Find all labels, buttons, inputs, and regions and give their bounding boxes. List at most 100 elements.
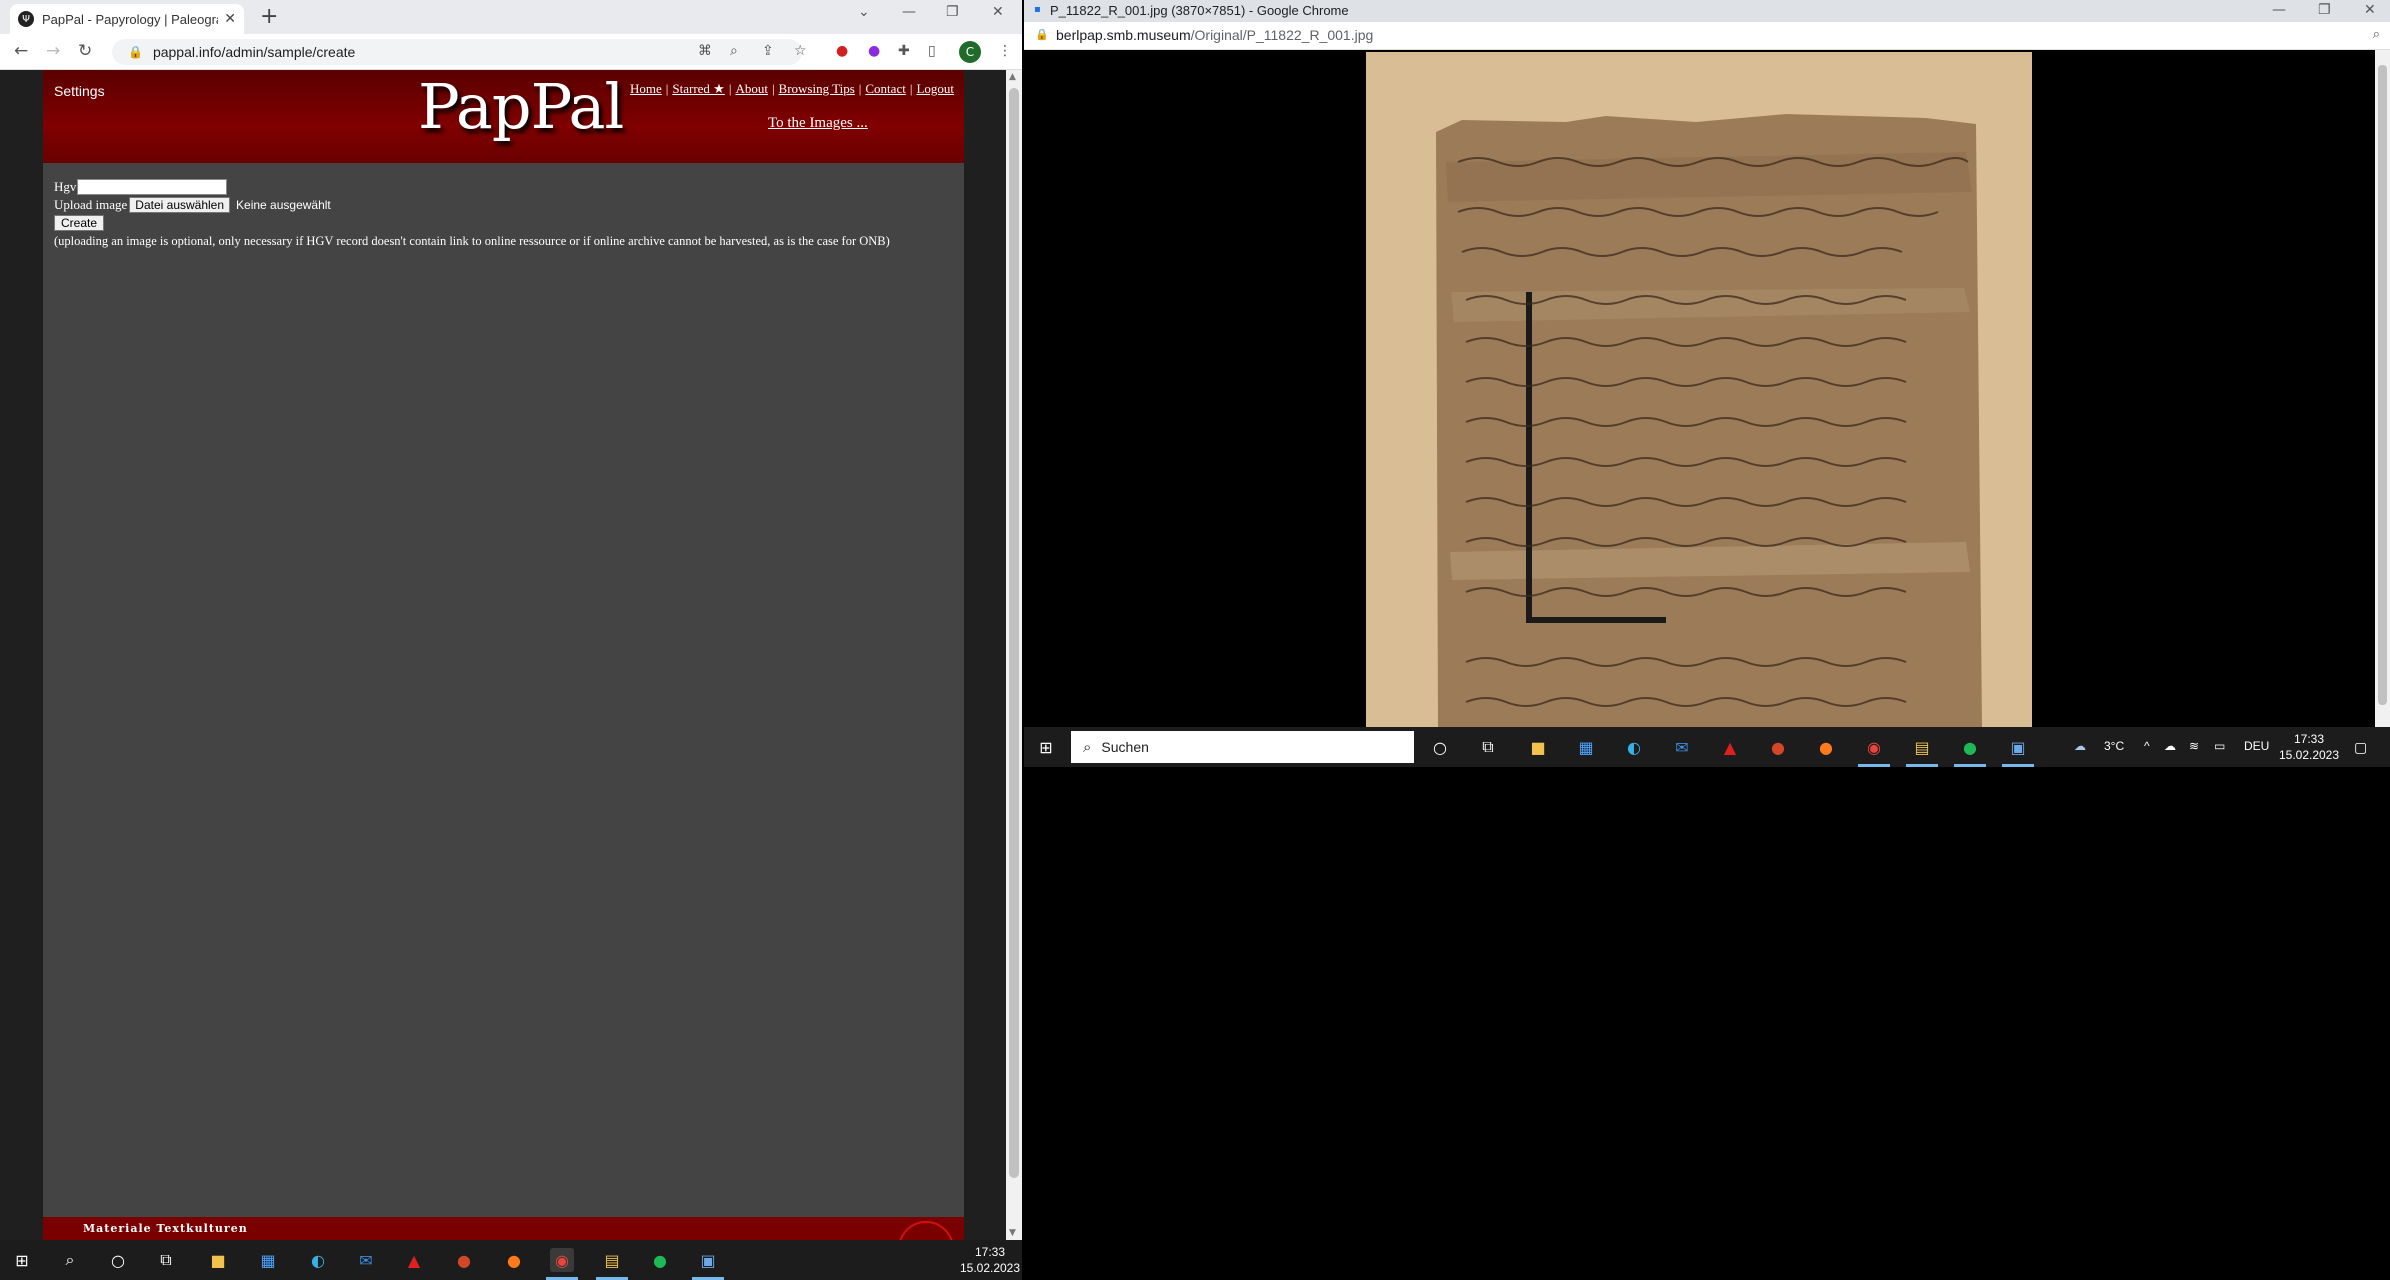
site-logo[interactable]: PapPal bbox=[418, 70, 624, 143]
acrobat-icon[interactable]: ▲ bbox=[1718, 735, 1742, 759]
weather-cloud-icon[interactable]: ☁ bbox=[2074, 739, 2086, 753]
scroll-down-icon[interactable]: ▼ bbox=[1009, 1228, 1016, 1238]
edge-icon[interactable]: ◐ bbox=[1622, 735, 1646, 759]
settings-link[interactable]: Settings bbox=[54, 83, 105, 99]
wifi-icon[interactable]: ≋ bbox=[2189, 739, 2199, 753]
new-tab-icon[interactable]: + bbox=[260, 4, 278, 29]
site-header: Settings PapPal Home | Starred ★ | About | Bro… bbox=[43, 70, 964, 163]
papyrus-image[interactable] bbox=[1366, 52, 2032, 727]
nav-contact[interactable]: Contact bbox=[865, 81, 905, 96]
firefox-icon[interactable]: ● bbox=[1814, 735, 1838, 759]
zoom-icon[interactable]: ⌕ bbox=[2373, 27, 2380, 42]
taskbar-search[interactable]: ⌕ Suchen bbox=[1071, 731, 1414, 763]
close-tab-icon[interactable]: ✕ bbox=[224, 11, 236, 27]
store-icon[interactable]: ▦ bbox=[256, 1248, 280, 1272]
close-window-icon[interactable]: ✕ bbox=[992, 4, 1004, 20]
nav-starred[interactable]: Starred ★ bbox=[672, 81, 724, 96]
nav-home[interactable]: Home bbox=[630, 81, 662, 96]
restore-icon[interactable]: ❐ bbox=[946, 4, 959, 20]
nav-logout[interactable]: Logout bbox=[916, 81, 954, 96]
spotify-icon[interactable]: ● bbox=[648, 1248, 672, 1272]
notifications-icon[interactable]: ▢ bbox=[2354, 739, 2367, 756]
taskbar-clock[interactable]: 17:33 15.02.2023 bbox=[2274, 731, 2344, 763]
file-explorer-icon[interactable]: ■ bbox=[1526, 735, 1550, 759]
cortana-icon[interactable]: ○ bbox=[1428, 735, 1452, 759]
choose-file-button[interactable]: Datei auswählen bbox=[129, 197, 231, 213]
right-scrollbar[interactable] bbox=[2375, 50, 2390, 727]
task-view-icon[interactable]: ⧉ bbox=[1476, 735, 1500, 759]
cortana-icon[interactable]: ○ bbox=[106, 1248, 130, 1272]
share-icon[interactable]: ⇪ bbox=[762, 43, 774, 59]
close-window-icon[interactable]: ✕ bbox=[2364, 2, 2376, 18]
scroll-thumb[interactable] bbox=[1009, 88, 1019, 1178]
bookmark-star-icon[interactable]: ☆ bbox=[794, 43, 807, 59]
spotify-icon[interactable]: ● bbox=[1958, 735, 1982, 759]
powerpoint-icon[interactable]: ● bbox=[1766, 735, 1790, 759]
chrome-icon[interactable]: ◉ bbox=[550, 1248, 574, 1272]
right-title-bar: ▪ P_11822_R_001.jpg (3870×7851) - Google… bbox=[1024, 0, 2390, 22]
image-favicon-icon: ▪ bbox=[1034, 4, 1041, 15]
pappal-favicon-icon: Ψ bbox=[18, 11, 34, 27]
firefox-icon[interactable]: ● bbox=[502, 1248, 526, 1272]
weather-temp[interactable]: 3°C bbox=[2104, 739, 2124, 753]
upload-note: (uploading an image is optional, only ne… bbox=[54, 234, 890, 248]
tray-chevron-icon[interactable]: ^ bbox=[2144, 739, 2150, 753]
photos-icon[interactable]: ▣ bbox=[2006, 735, 2030, 759]
extension-purple-icon[interactable]: ● bbox=[868, 43, 880, 59]
nav-browsing-tips[interactable]: Browsing Tips bbox=[779, 81, 855, 96]
notes-icon[interactable]: ▤ bbox=[600, 1248, 624, 1272]
translate-icon[interactable]: ⌘ bbox=[698, 43, 712, 59]
extensions-puzzle-icon[interactable]: ✚ bbox=[898, 43, 910, 59]
create-sample-form: Hgv Upload image Datei auswählen Keine a… bbox=[54, 178, 890, 249]
back-icon[interactable]: ← bbox=[14, 41, 28, 61]
page-scrollbar[interactable]: ▲ ▼ bbox=[1006, 70, 1022, 1240]
search-icon[interactable]: ⌕ bbox=[58, 1248, 82, 1272]
right-address-bar[interactable]: 🔒 berlpap.smb.museum/Original/P_11822_R_… bbox=[1024, 22, 2390, 50]
browser-toolbar: ← → ↻ 🔒 pappal.info/admin/sample/create … bbox=[0, 34, 1022, 70]
right-scroll-thumb[interactable] bbox=[2378, 65, 2387, 705]
windows-start-icon[interactable]: ⊞ bbox=[1034, 735, 1058, 759]
windows-start-icon[interactable]: ⊞ bbox=[10, 1248, 34, 1272]
chrome-icon[interactable]: ◉ bbox=[1862, 735, 1886, 759]
acrobat-icon[interactable]: ▲ bbox=[402, 1248, 426, 1272]
site-container: Settings PapPal Home | Starred ★ | About | Bro… bbox=[43, 70, 964, 1240]
forward-icon[interactable]: → bbox=[46, 41, 60, 61]
side-panel-icon[interactable]: ▯ bbox=[928, 43, 936, 59]
restore-icon[interactable]: ❐ bbox=[2318, 2, 2331, 18]
tab-pappal[interactable]: Ψ PapPal - Papyrology | Paleography ✕ bbox=[10, 4, 244, 34]
edge-icon[interactable]: ◐ bbox=[306, 1248, 330, 1272]
language-indicator[interactable]: DEU bbox=[2244, 739, 2269, 753]
notes-active-indicator bbox=[1906, 764, 1938, 767]
battery-icon[interactable]: ▭ bbox=[2214, 739, 2225, 753]
nav-about[interactable]: About bbox=[735, 81, 768, 96]
footer-text: Materiale Textkulturen bbox=[83, 1222, 248, 1235]
tray-onedrive-icon[interactable]: ☁ bbox=[2164, 739, 2176, 753]
minimize-icon[interactable]: — bbox=[902, 4, 916, 20]
menu-kebab-icon[interactable]: ⋮ bbox=[998, 43, 1012, 59]
reload-icon[interactable]: ↻ bbox=[78, 41, 92, 61]
profile-avatar[interactable]: C bbox=[959, 41, 981, 63]
powerpoint-icon[interactable]: ● bbox=[452, 1248, 476, 1272]
taskbar-clock[interactable]: 17:33 15.02.2023 bbox=[958, 1244, 1022, 1276]
hgv-input[interactable] bbox=[77, 179, 228, 195]
tab-search-icon[interactable]: ⌄ bbox=[858, 4, 870, 20]
scroll-up-icon[interactable]: ▲ bbox=[1009, 72, 1016, 82]
right-window-title: P_11822_R_001.jpg (3870×7851) - Google C… bbox=[1050, 3, 1349, 18]
file-explorer-icon[interactable]: ■ bbox=[206, 1248, 230, 1272]
to-the-images-link[interactable]: To the Images ... bbox=[768, 115, 868, 132]
footer-badge-icon bbox=[898, 1221, 954, 1240]
notes-icon[interactable]: ▤ bbox=[1910, 735, 1934, 759]
clock-date: 15.02.2023 bbox=[959, 1261, 1021, 1275]
photos-icon[interactable]: ▣ bbox=[696, 1248, 720, 1272]
mail-icon[interactable]: ✉ bbox=[1670, 735, 1694, 759]
zoom-icon[interactable]: ⌕ bbox=[730, 43, 738, 59]
mail-icon[interactable]: ✉ bbox=[354, 1248, 378, 1272]
extension-red-icon[interactable]: ● bbox=[836, 43, 848, 59]
clock-date: 15.02.2023 bbox=[2278, 748, 2340, 762]
hgv-label: Hgv bbox=[54, 179, 77, 194]
task-view-icon[interactable]: ⧉ bbox=[154, 1248, 178, 1272]
minimize-icon[interactable]: — bbox=[2272, 2, 2286, 18]
taskbar-right: ⊞ ⌕ Suchen ○ ⧉ ■ ▦ ◐ ✉ ▲ ● ● ◉ ▤ ● ▣ ☁ 3… bbox=[1024, 727, 2390, 767]
create-button[interactable]: Create bbox=[54, 215, 105, 231]
store-icon[interactable]: ▦ bbox=[1574, 735, 1598, 759]
